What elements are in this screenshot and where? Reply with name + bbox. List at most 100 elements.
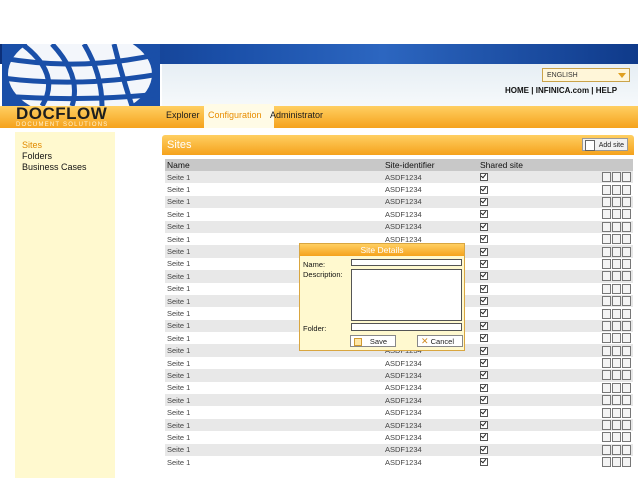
copy-icon[interactable] [612,246,621,257]
shared-site-checkbox[interactable] [480,185,488,194]
tab-configuration[interactable]: Configuration [204,104,274,128]
edit-icon[interactable] [602,370,611,381]
home-link[interactable]: HOME [505,86,529,95]
edit-icon[interactable] [602,333,611,344]
copy-icon[interactable] [612,196,621,207]
description-textarea[interactable] [351,269,462,321]
copy-icon[interactable] [612,258,621,269]
shared-site-checkbox[interactable] [480,421,488,429]
table-row[interactable]: Seite 1ASDF1234 [165,406,633,419]
table-row[interactable]: Seite 1ASDF1234 [165,443,633,456]
edit-icon[interactable] [602,296,611,307]
delete-icon[interactable] [622,308,631,319]
table-row[interactable]: Seite 1ASDF1234 [165,418,633,432]
table-row[interactable]: Seite 1ASDF1234 [165,356,633,370]
shared-site-checkbox[interactable] [480,173,488,182]
dialog-title[interactable]: Site Details [300,244,464,256]
table-row[interactable]: Seite 1ASDF1234 [165,220,633,233]
shared-site-checkbox[interactable] [480,272,488,281]
delete-icon[interactable] [622,432,631,443]
shared-site-checkbox[interactable] [480,297,488,306]
delete-icon[interactable] [622,209,631,220]
copy-icon[interactable] [612,420,621,431]
edit-icon[interactable] [602,395,611,406]
column-header-shared-site[interactable]: Shared site [478,159,591,171]
delete-icon[interactable] [622,320,631,331]
table-row[interactable]: Seite 1ASDF1234 [165,183,633,196]
edit-icon[interactable] [602,382,611,393]
table-row[interactable]: Seite 1ASDF1234 [165,369,633,382]
cancel-button[interactable]: ✕ Cancel [417,335,463,347]
delete-icon[interactable] [622,258,631,269]
tab-administrator[interactable]: Administrator [266,104,332,126]
shared-site-checkbox[interactable] [480,383,488,392]
help-link[interactable]: HELP [596,86,617,95]
table-row[interactable]: Seite 1ASDF1234 [165,394,633,407]
sidebar-item-folders[interactable]: Folders [22,151,52,161]
delete-icon[interactable] [622,196,631,207]
shared-site-checkbox[interactable] [480,259,488,268]
delete-icon[interactable] [622,271,631,282]
shared-site-checkbox[interactable] [480,433,488,442]
table-row[interactable]: Seite 1ASDF1234 [165,381,633,395]
shared-site-checkbox[interactable] [480,210,488,219]
edit-icon[interactable] [602,358,611,369]
copy-icon[interactable] [612,320,621,331]
edit-icon[interactable] [602,320,611,331]
delete-icon[interactable] [622,184,631,195]
copy-icon[interactable] [612,333,621,344]
delete-icon[interactable] [622,283,631,294]
infinica-link[interactable]: INFINICA.com [536,86,589,95]
edit-icon[interactable] [602,221,611,232]
save-button[interactable]: Save [350,335,396,347]
sidebar-item-sites[interactable]: Sites [22,140,42,150]
copy-icon[interactable] [612,271,621,282]
copy-icon[interactable] [612,444,621,455]
edit-icon[interactable] [602,457,611,468]
delete-icon[interactable] [622,234,631,245]
copy-icon[interactable] [612,221,621,232]
shared-site-checkbox[interactable] [480,235,488,244]
copy-icon[interactable] [612,432,621,443]
delete-icon[interactable] [622,296,631,307]
shared-site-checkbox[interactable] [480,445,488,454]
shared-site-checkbox[interactable] [480,346,488,355]
copy-icon[interactable] [612,184,621,195]
delete-icon[interactable] [622,407,631,418]
delete-icon[interactable] [622,246,631,257]
copy-icon[interactable] [612,370,621,381]
shared-site-checkbox[interactable] [480,396,488,405]
column-header-site-identifier[interactable]: Site-identifier [383,159,478,171]
edit-icon[interactable] [602,420,611,431]
shared-site-checkbox[interactable] [480,247,488,256]
delete-icon[interactable] [622,382,631,393]
edit-icon[interactable] [602,209,611,220]
delete-icon[interactable] [622,333,631,344]
delete-icon[interactable] [622,345,631,356]
delete-icon[interactable] [622,370,631,381]
shared-site-checkbox[interactable] [480,197,488,206]
copy-icon[interactable] [612,395,621,406]
shared-site-checkbox[interactable] [480,284,488,293]
copy-icon[interactable] [612,209,621,220]
edit-icon[interactable] [602,407,611,418]
edit-icon[interactable] [602,196,611,207]
delete-icon[interactable] [622,221,631,232]
table-row[interactable]: Seite 1ASDF1234 [165,431,633,444]
shared-site-checkbox[interactable] [480,359,488,368]
table-row[interactable]: Seite 1ASDF1234 [165,171,633,184]
copy-icon[interactable] [612,358,621,369]
edit-icon[interactable] [602,258,611,269]
copy-icon[interactable] [612,283,621,294]
edit-icon[interactable] [602,283,611,294]
edit-icon[interactable] [602,444,611,455]
delete-icon[interactable] [622,444,631,455]
table-row[interactable]: Seite 1ASDF1234 [165,455,633,469]
edit-icon[interactable] [602,308,611,319]
table-row[interactable]: Seite 1ASDF1234 [165,195,633,209]
edit-icon[interactable] [602,172,611,183]
copy-icon[interactable] [612,308,621,319]
sidebar-item-business-cases[interactable]: Business Cases [22,162,87,172]
delete-icon[interactable] [622,395,631,406]
copy-icon[interactable] [612,407,621,418]
